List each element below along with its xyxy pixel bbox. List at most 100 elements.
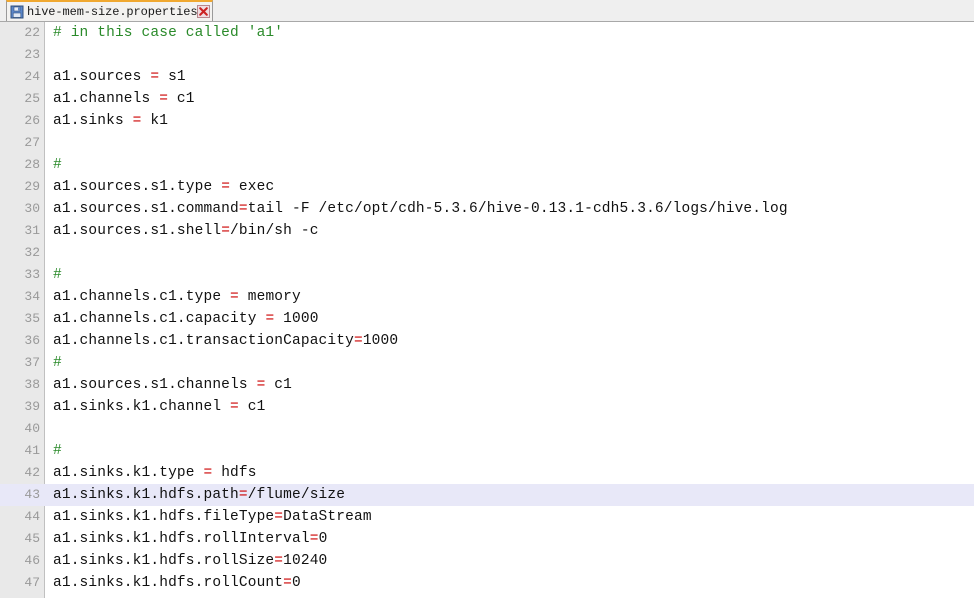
- code-line[interactable]: 46 a1.sinks.k1.hdfs.rollSize=10240: [0, 550, 974, 572]
- code-token-val: 10240: [283, 553, 328, 569]
- code-line[interactable]: 28 #: [0, 154, 974, 176]
- code-line[interactable]: 25 a1.channels = c1: [0, 88, 974, 110]
- code-token-val: exec: [230, 179, 275, 195]
- code-line[interactable]: 27: [0, 132, 974, 154]
- line-number: 31: [24, 223, 40, 238]
- line-number: 41: [24, 443, 40, 458]
- code-text: #: [45, 264, 62, 286]
- code-text: a1.sinks = k1: [45, 110, 168, 132]
- code-line[interactable]: 22 # in this case called 'a1': [0, 22, 974, 44]
- code-token-val: 1000: [274, 311, 319, 327]
- code-token-comment: #: [53, 355, 62, 371]
- line-number: 43: [24, 487, 40, 502]
- code-token-eq: =: [203, 465, 213, 481]
- code-line[interactable]: 43 a1.sinks.k1.hdfs.path=/flume/size: [0, 484, 974, 506]
- code-token-val: /bin/sh -c: [230, 223, 319, 239]
- code-line[interactable]: 42 a1.sinks.k1.type = hdfs: [0, 462, 974, 484]
- editor-tab-hive-mem-size-properties[interactable]: hive-mem-size.properties: [6, 0, 214, 21]
- close-x-icon[interactable]: [197, 5, 211, 18]
- code-text: a1.sinks.k1.hdfs.path=/flume/size: [45, 484, 346, 506]
- editor-window: hive-mem-size.properties 22 # in this cas…: [0, 0, 974, 598]
- code-token-comment: # in this case called 'a1': [53, 25, 284, 41]
- line-number: 26: [24, 113, 40, 128]
- code-token-eq: =: [353, 333, 363, 349]
- code-editor-area[interactable]: 22 # in this case called 'a1' 23 24 a1.sourc…: [0, 22, 974, 598]
- line-number: 29: [24, 179, 40, 194]
- code-token-eq: =: [274, 509, 284, 525]
- code-token-key: a1.channels.c1.type: [53, 289, 231, 305]
- code-token-key: a1.sources.s1.command: [53, 201, 239, 217]
- line-number: 46: [24, 553, 40, 568]
- code-line[interactable]: 30 a1.sources.s1.command=tail -F /etc/opt…: [0, 198, 974, 220]
- code-text: a1.sources.s1.channels = c1: [45, 374, 292, 396]
- code-token-key: a1.sinks.k1.type: [53, 465, 204, 481]
- line-number: 25: [24, 91, 40, 106]
- line-number: 34: [24, 289, 40, 304]
- line-number: 44: [24, 509, 40, 524]
- code-token-eq: =: [238, 487, 248, 503]
- code-line[interactable]: 35 a1.channels.c1.capacity = 1000: [0, 308, 974, 330]
- code-token-key: a1.sinks.k1.channel: [53, 399, 231, 415]
- code-line[interactable]: 24 a1.sources = s1: [0, 66, 974, 88]
- line-number: 36: [24, 333, 40, 348]
- code-line[interactable]: 32: [0, 242, 974, 264]
- code-line[interactable]: 37 #: [0, 352, 974, 374]
- line-number: 42: [24, 465, 40, 480]
- code-token-key: a1.sinks: [53, 113, 133, 129]
- code-line[interactable]: 39 a1.sinks.k1.channel = c1: [0, 396, 974, 418]
- tab-title: hive-mem-size.properties: [27, 4, 198, 19]
- code-text: a1.sinks.k1.hdfs.rollSize=10240: [45, 550, 327, 572]
- code-text: a1.sources = s1: [45, 66, 186, 88]
- code-line[interactable]: 29 a1.sources.s1.type = exec: [0, 176, 974, 198]
- line-number: 37: [24, 355, 40, 370]
- code-line[interactable]: 23: [0, 44, 974, 66]
- line-number: 27: [24, 135, 40, 150]
- code-line[interactable]: 31 a1.sources.s1.shell=/bin/sh -c: [0, 220, 974, 242]
- code-text: #: [45, 352, 62, 374]
- line-number: 22: [24, 25, 40, 40]
- code-token-val: tail -F /etc/opt/cdh-5.3.6/hive-0.13.1-c…: [247, 201, 788, 217]
- line-number: 30: [24, 201, 40, 216]
- code-token-eq: =: [221, 223, 231, 239]
- code-lines: 22 # in this case called 'a1' 23 24 a1.sourc…: [0, 22, 974, 594]
- code-token-val: k1: [141, 113, 169, 129]
- code-line[interactable]: 33 #: [0, 264, 974, 286]
- line-number: 33: [24, 267, 40, 282]
- code-text: a1.channels.c1.capacity = 1000: [45, 308, 319, 330]
- code-token-val: 0: [292, 575, 301, 591]
- code-token-key: a1.sinks.k1.hdfs.fileType: [53, 509, 275, 525]
- code-text: #: [45, 440, 62, 462]
- code-token-key: a1.sources: [53, 69, 151, 85]
- code-line[interactable]: 38 a1.sources.s1.channels = c1: [0, 374, 974, 396]
- code-text: a1.sinks.k1.hdfs.rollCount=0: [45, 572, 301, 594]
- code-token-eq: =: [283, 575, 292, 591]
- line-number: 45: [24, 531, 40, 546]
- code-token-eq: =: [274, 553, 284, 569]
- code-line[interactable]: 36 a1.channels.c1.transactionCapacity=100…: [0, 330, 974, 352]
- code-token-eq: =: [230, 399, 239, 415]
- code-text: # in this case called 'a1': [45, 22, 283, 44]
- code-token-comment: #: [53, 267, 62, 283]
- code-text: a1.sources.s1.shell=/bin/sh -c: [45, 220, 319, 242]
- code-token-val: 1000: [362, 333, 399, 349]
- line-number: 47: [24, 575, 40, 590]
- line-number: 23: [24, 47, 40, 62]
- code-token-eq: =: [238, 201, 248, 217]
- tab-bar-empty-area: [213, 0, 974, 21]
- code-token-eq: =: [221, 179, 231, 195]
- code-line[interactable]: 47 a1.sinks.k1.hdfs.rollCount=0: [0, 572, 974, 594]
- code-line[interactable]: 26 a1.sinks = k1: [0, 110, 974, 132]
- code-line[interactable]: 44 a1.sinks.k1.hdfs.fileType=DataStream: [0, 506, 974, 528]
- line-number: 32: [24, 245, 40, 260]
- code-text: a1.channels.c1.transactionCapacity=1000: [45, 330, 398, 352]
- line-number: 24: [24, 69, 40, 84]
- code-token-key: a1.channels.c1.capacity: [53, 311, 266, 327]
- code-line[interactable]: 41 #: [0, 440, 974, 462]
- code-line[interactable]: 34 a1.channels.c1.type = memory: [0, 286, 974, 308]
- code-line[interactable]: 40: [0, 418, 974, 440]
- code-text: a1.sources.s1.command=tail -F /etc/opt/c…: [45, 198, 788, 220]
- code-line[interactable]: 45 a1.sinks.k1.hdfs.rollInterval=0: [0, 528, 974, 550]
